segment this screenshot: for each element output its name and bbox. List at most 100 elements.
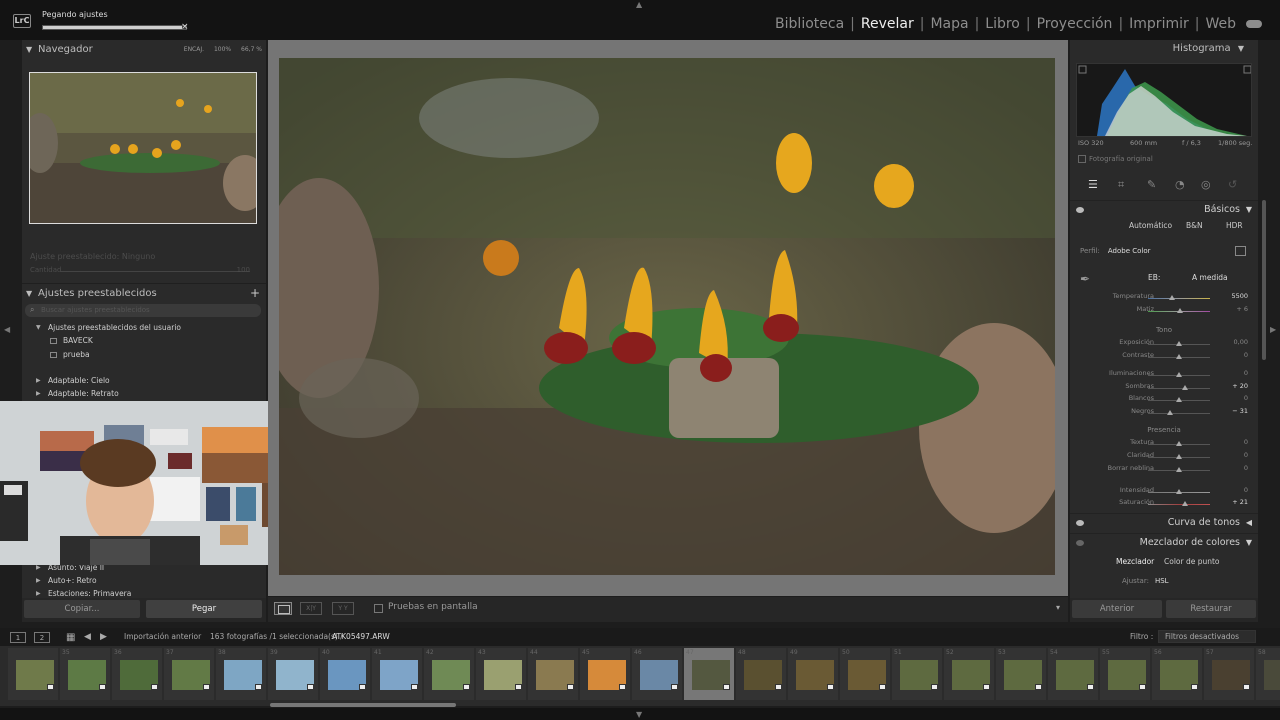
slider-value[interactable]: 0 [1244, 451, 1248, 459]
slider-knob[interactable] [1176, 341, 1182, 346]
slider-value[interactable]: + 21 [1232, 498, 1248, 506]
preset-item[interactable]: BAVECK [22, 334, 266, 347]
tone-curve-header[interactable]: Curva de tonos ◀ [1070, 513, 1258, 531]
collapsed-triangle-icon[interactable]: ▶ [36, 374, 41, 387]
slider-value[interactable]: + 6 [1236, 305, 1248, 313]
toolbar-options-dropdown[interactable]: ▾ [1056, 603, 1060, 612]
grid-view-icon[interactable]: ▦ [66, 632, 75, 643]
filmstrip-thumbnail[interactable]: 42 [424, 648, 474, 700]
slider-value[interactable]: 0,00 [1234, 338, 1248, 346]
filmstrip-thumbnail[interactable]: 58 [1256, 648, 1280, 700]
preset-group[interactable]: ▶ Auto+: Retro [22, 574, 266, 587]
slider-value[interactable]: 0 [1244, 438, 1248, 446]
slider-knob[interactable] [1176, 397, 1182, 402]
wb-dropdown[interactable]: A medida [1192, 273, 1228, 282]
whites-slider[interactable]: Blancos 0 [1070, 394, 1258, 406]
masking-icon[interactable]: ◎ [1201, 178, 1211, 191]
expand-triangle-icon[interactable]: ◀ [1246, 514, 1252, 532]
collapse-triangle-icon[interactable]: ▼ [26, 284, 32, 303]
slider-value[interactable]: 0 [1244, 486, 1248, 494]
preset-group[interactable]: ▶ Estaciones: Primavera [22, 587, 266, 596]
module-imprimir[interactable]: Imprimir [1129, 16, 1189, 32]
presets-header[interactable]: ▼ Ajustes preestablecidos + [22, 283, 266, 302]
collapse-triangle-icon[interactable]: ▼ [1246, 534, 1252, 552]
original-photo-checkbox[interactable]: Fotografía original [1078, 155, 1153, 163]
slider-knob[interactable] [1166, 410, 1173, 415]
cloud-icon[interactable] [1246, 20, 1262, 28]
slider-knob[interactable] [1176, 467, 1182, 472]
previous-button[interactable]: Anterior [1072, 600, 1162, 618]
filter-dropdown[interactable]: Filtros desactivados [1158, 630, 1256, 643]
zoom-custom-option[interactable]: 66,7 % [241, 46, 262, 53]
forward-arrow-icon[interactable]: ▶ [100, 632, 107, 642]
collapse-triangle-icon[interactable]: ▼ [26, 40, 32, 59]
wb-dropper-icon[interactable]: ✒ [1080, 272, 1098, 290]
filmstrip-thumbnail[interactable]: 36 [112, 648, 162, 700]
texture-slider[interactable]: Textura 0 [1070, 438, 1258, 450]
filmstrip-thumbnail[interactable]: 50 [840, 648, 890, 700]
expanded-triangle-icon[interactable]: ▼ [36, 321, 41, 334]
reset-button[interactable]: Restaurar [1166, 600, 1256, 618]
adjust-dropdown[interactable]: HSL [1155, 577, 1169, 585]
slider-knob[interactable] [1176, 454, 1182, 459]
mixer-tab[interactable]: Mezclador [1116, 557, 1154, 566]
module-web[interactable]: Web [1205, 16, 1236, 32]
collapse-top-panel-icon[interactable]: ▲ [636, 0, 642, 9]
main-photo[interactable] [279, 58, 1055, 575]
filmstrip-thumbnail[interactable]: 44 [528, 648, 578, 700]
filmstrip-thumbnail[interactable]: 57 [1204, 648, 1254, 700]
source-label[interactable]: Importación anterior [124, 632, 201, 641]
filmstrip-thumbnail[interactable]: 47 [684, 648, 734, 700]
filmstrip-thumbnail[interactable]: 43 [476, 648, 526, 700]
filmstrip-thumbnail[interactable]: 39 [268, 648, 318, 700]
preset-search-input[interactable]: ⌕ Buscar ajustes preestablecidos [25, 304, 261, 317]
slider-value[interactable]: 0 [1244, 464, 1248, 472]
shadows-slider[interactable]: Sombras + 20 [1070, 382, 1258, 394]
soft-proofing-checkbox[interactable] [374, 604, 383, 613]
module-revelar[interactable]: Revelar [861, 16, 914, 32]
filmstrip-thumbnail[interactable]: 46 [632, 648, 682, 700]
navigator-preview[interactable] [29, 72, 257, 224]
filmstrip-thumbnail[interactable]: 51 [892, 648, 942, 700]
collapsed-triangle-icon[interactable]: ▶ [36, 587, 41, 596]
history-icon[interactable]: ↺ [1228, 178, 1237, 191]
histogram[interactable] [1076, 63, 1252, 137]
collapse-left-panel-icon[interactable]: ◀ [4, 325, 10, 334]
histogram-header[interactable]: Histograma ▼ [1173, 43, 1244, 54]
collapse-right-panel-icon[interactable]: ▶ [1270, 325, 1276, 334]
slider-knob[interactable] [1177, 308, 1184, 313]
basics-header[interactable]: Básicos ▼ [1070, 200, 1258, 218]
add-preset-icon[interactable]: + [250, 284, 260, 303]
filmstrip-thumbnail[interactable]: 41 [372, 648, 422, 700]
slider-knob[interactable] [1176, 441, 1182, 446]
compare-xy-button[interactable]: X|Y [300, 602, 322, 615]
zoom-fit-option[interactable]: ENCAJ. [184, 46, 204, 53]
filmstrip-thumbnail[interactable]: 35 [60, 648, 110, 700]
slider-knob[interactable] [1176, 489, 1182, 494]
slider-value[interactable]: − 31 [1232, 407, 1248, 415]
slider-value[interactable]: 0 [1244, 351, 1248, 359]
treatment-auto-button[interactable]: Automático [1129, 221, 1172, 230]
preset-group[interactable]: ▶ Adaptable: Cielo [22, 374, 266, 387]
vibrance-slider[interactable]: Intensidad 0 [1070, 486, 1258, 498]
filmstrip-thumbnail[interactable]: 48 [736, 648, 786, 700]
filmstrip-thumbnail[interactable]: 53 [996, 648, 1046, 700]
filmstrip-thumbnail[interactable] [8, 648, 58, 700]
slider-value[interactable]: 0 [1244, 394, 1248, 402]
treatment-hdr-button[interactable]: HDR [1226, 221, 1243, 230]
dehaze-slider[interactable]: Borrar neblina 0 [1070, 464, 1258, 476]
cancel-activity-icon[interactable]: × [181, 22, 189, 32]
paste-button[interactable]: Pegar [146, 600, 262, 618]
slider-value[interactable]: 0 [1244, 369, 1248, 377]
filmstrip-scrollbar[interactable] [270, 703, 456, 707]
slider-knob[interactable] [1176, 354, 1182, 359]
slider-value[interactable]: 5500 [1231, 292, 1248, 300]
highlights-slider[interactable]: Iluminaciones 0 [1070, 369, 1258, 381]
module-biblioteca[interactable]: Biblioteca [775, 16, 844, 32]
exposure-slider[interactable]: Exposición 0,00 [1070, 338, 1258, 350]
filmstrip-thumbnail[interactable]: 52 [944, 648, 994, 700]
collapse-triangle-icon[interactable]: ▼ [1238, 44, 1244, 53]
before-after-button[interactable]: Y Y [332, 602, 354, 615]
filmstrip-thumbnail[interactable]: 54 [1048, 648, 1098, 700]
filmstrip-thumbnail[interactable]: 37 [164, 648, 214, 700]
